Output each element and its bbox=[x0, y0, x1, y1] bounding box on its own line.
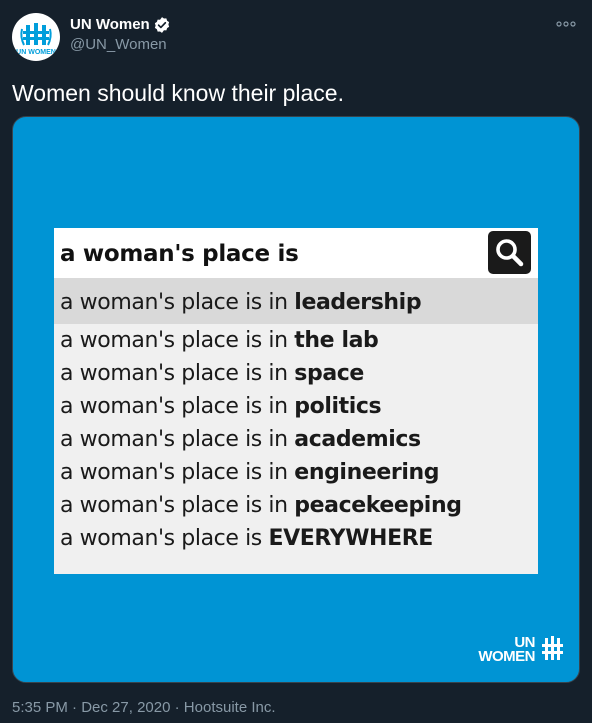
suggestion-prefix: a woman's place is in bbox=[60, 290, 295, 315]
tweet-time[interactable]: 5:35 PM bbox=[12, 699, 68, 716]
logo-line2: WOMEN bbox=[478, 648, 535, 665]
tweet-date[interactable]: Dec 27, 2020 bbox=[81, 699, 170, 716]
suggestion-item: a woman's place is in leadership bbox=[54, 278, 538, 324]
search-bar: a woman's place is bbox=[54, 228, 538, 278]
suggestion-prefix: a woman's place is bbox=[60, 526, 269, 551]
suggestion-prefix: a woman's place is in bbox=[60, 328, 295, 353]
suggestion-keyword: academics bbox=[294, 427, 421, 452]
author-display-name[interactable]: UN Women bbox=[70, 15, 150, 35]
search-query: a woman's place is bbox=[60, 241, 299, 267]
un-women-emblem-icon bbox=[20, 23, 52, 46]
tweet-source[interactable]: Hootsuite Inc. bbox=[184, 699, 276, 716]
un-women-emblem-icon bbox=[542, 636, 563, 660]
verified-badge-icon bbox=[154, 17, 169, 33]
search-button bbox=[488, 231, 531, 274]
suggestion-prefix: a woman's place is in bbox=[60, 493, 295, 518]
search-box-graphic: a woman's place is a woman's place is in… bbox=[54, 228, 538, 574]
tweet-meta: 5:35 PM · Dec 27, 2020 · Hootsuite Inc. bbox=[12, 698, 276, 718]
tweet-text: Women should know their place. bbox=[12, 80, 344, 106]
tweet-image[interactable]: a woman's place is a woman's place is in… bbox=[12, 116, 580, 683]
meta-separator: · bbox=[67, 699, 82, 716]
author-block: UN Women @UN_Women bbox=[70, 15, 171, 55]
meta-separator: · bbox=[170, 699, 184, 716]
suggestion-keyword: engineering bbox=[294, 460, 440, 485]
un-women-logo: UN WOMEN bbox=[475, 635, 565, 666]
suggestion-item: a woman's place is in space bbox=[54, 357, 538, 390]
suggestion-item: a woman's place is in academics bbox=[54, 423, 538, 456]
suggestion-keyword: space bbox=[294, 361, 364, 386]
author-handle[interactable]: @UN_Women bbox=[70, 35, 171, 55]
suggestion-keyword: politics bbox=[294, 394, 382, 419]
suggestion-prefix: a woman's place is in bbox=[60, 394, 295, 419]
suggestion-list: a woman's place is in leadership a woman'… bbox=[54, 278, 538, 555]
suggestion-prefix: a woman's place is in bbox=[60, 361, 295, 386]
suggestion-prefix: a woman's place is in bbox=[60, 460, 295, 485]
suggestion-keyword: the lab bbox=[294, 328, 379, 353]
search-icon bbox=[496, 239, 524, 267]
suggestion-keyword: peacekeeping bbox=[294, 493, 462, 518]
tweet-header: UN WOMEN UN Women @UN_Women bbox=[12, 12, 580, 62]
suggestion-item: a woman's place is in engineering bbox=[54, 456, 538, 489]
suggestion-item: a woman's place is in the lab bbox=[54, 324, 538, 357]
avatar-label: UN WOMEN bbox=[16, 49, 56, 56]
suggestion-item: a woman's place is in peacekeeping bbox=[54, 489, 538, 522]
avatar[interactable]: UN WOMEN bbox=[12, 13, 60, 61]
suggestion-keyword: leadership bbox=[294, 290, 422, 315]
suggestion-item: a woman's place is EVERYWHERE bbox=[54, 522, 538, 555]
more-options-icon[interactable] bbox=[554, 16, 578, 32]
suggestion-prefix: a woman's place is in bbox=[60, 427, 295, 452]
suggestion-item: a woman's place is in politics bbox=[54, 390, 538, 423]
suggestion-keyword: EVERYWHERE bbox=[268, 526, 433, 551]
